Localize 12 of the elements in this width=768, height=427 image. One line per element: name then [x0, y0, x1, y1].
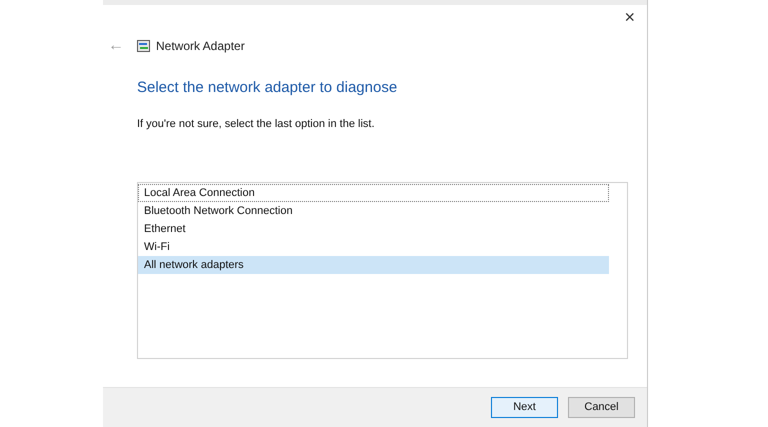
adapter-item[interactable]: Ethernet — [138, 220, 609, 238]
network-adapter-icon — [137, 40, 150, 52]
window-title: Network Adapter — [156, 38, 245, 55]
adapter-item[interactable]: Bluetooth Network Connection — [138, 202, 609, 220]
next-button[interactable]: Next — [491, 397, 558, 418]
instruction-text: If you're not sure, select the last option in the list. — [137, 116, 376, 132]
cancel-button[interactable]: Cancel — [568, 397, 635, 418]
heading: Select the network adapter to diagnose — [137, 78, 398, 98]
adapter-item[interactable]: All network adapters — [138, 256, 609, 274]
close-button[interactable]: × — [620, 7, 639, 29]
adapter-item[interactable]: Wi-Fi — [138, 238, 609, 256]
adapter-item[interactable]: Local Area Connection — [138, 184, 609, 202]
